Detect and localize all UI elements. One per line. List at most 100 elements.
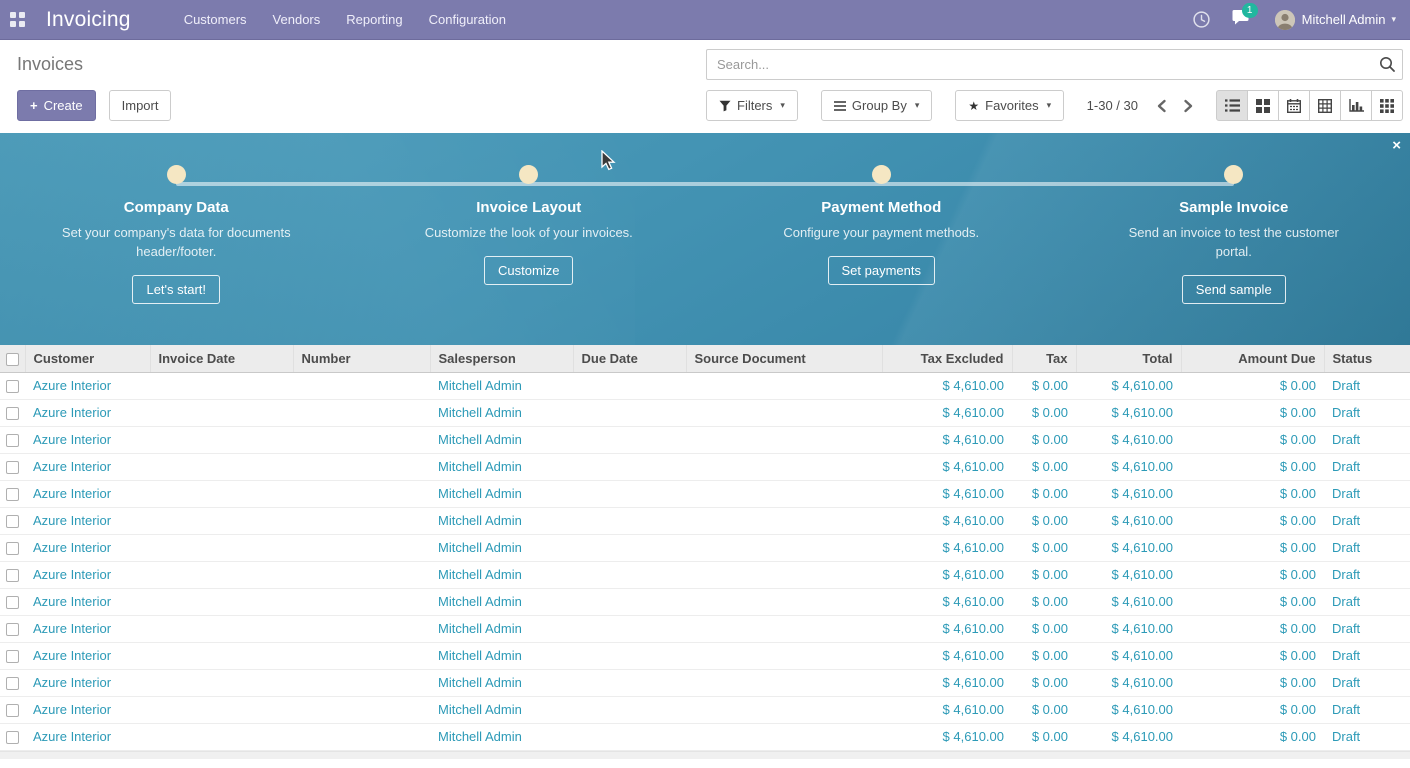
cell-invoice-date[interactable] [150,642,293,669]
cell-total[interactable]: $ 4,610.00 [1076,723,1181,750]
cell-total[interactable]: $ 4,610.00 [1076,480,1181,507]
cell-salesperson[interactable]: Mitchell Admin [430,696,573,723]
cell-salesperson[interactable]: Mitchell Admin [430,642,573,669]
cell-tax-excluded[interactable]: $ 4,610.00 [882,426,1012,453]
cell-amount-due[interactable]: $ 0.00 [1181,507,1324,534]
cell-number[interactable] [293,372,430,399]
cell-due-date[interactable] [573,642,686,669]
table-row[interactable]: Azure Interior Mitchell Admin $ 4,610.00… [0,480,1410,507]
cell-total[interactable]: $ 4,610.00 [1076,669,1181,696]
cell-tax-excluded[interactable]: $ 4,610.00 [882,399,1012,426]
cell-amount-due[interactable]: $ 0.00 [1181,372,1324,399]
cell-number[interactable] [293,561,430,588]
col-number[interactable]: Number [293,345,430,372]
cell-invoice-date[interactable] [150,426,293,453]
table-row[interactable]: Azure Interior Mitchell Admin $ 4,610.00… [0,615,1410,642]
cell-due-date[interactable] [573,372,686,399]
cell-invoice-date[interactable] [150,480,293,507]
menu-configuration[interactable]: Configuration [416,0,519,40]
cell-salesperson[interactable]: Mitchell Admin [430,561,573,588]
row-checkbox[interactable] [6,542,19,555]
cell-total[interactable]: $ 4,610.00 [1076,372,1181,399]
cell-number[interactable] [293,480,430,507]
row-checkbox[interactable] [6,731,19,744]
table-row[interactable]: Azure Interior Mitchell Admin $ 4,610.00… [0,372,1410,399]
cell-invoice-date[interactable] [150,453,293,480]
cell-amount-due[interactable]: $ 0.00 [1181,534,1324,561]
cell-total[interactable]: $ 4,610.00 [1076,453,1181,480]
col-total[interactable]: Total [1076,345,1181,372]
cell-tax[interactable]: $ 0.00 [1012,696,1076,723]
cell-tax[interactable]: $ 0.00 [1012,507,1076,534]
menu-customers[interactable]: Customers [171,0,260,40]
cell-invoice-date[interactable] [150,399,293,426]
cell-customer[interactable]: Azure Interior [25,642,150,669]
row-checkbox[interactable] [6,596,19,609]
cell-total[interactable]: $ 4,610.00 [1076,561,1181,588]
cell-customer[interactable]: Azure Interior [25,588,150,615]
row-checkbox[interactable] [6,650,19,663]
cell-source-document[interactable] [686,723,882,750]
cell-tax[interactable]: $ 0.00 [1012,588,1076,615]
cell-amount-due[interactable]: $ 0.00 [1181,723,1324,750]
cell-total[interactable]: $ 4,610.00 [1076,534,1181,561]
cell-number[interactable] [293,399,430,426]
cell-invoice-date[interactable] [150,561,293,588]
cell-total[interactable]: $ 4,610.00 [1076,426,1181,453]
cell-tax-excluded[interactable]: $ 4,610.00 [882,453,1012,480]
cell-source-document[interactable] [686,426,882,453]
cell-salesperson[interactable]: Mitchell Admin [430,534,573,561]
cell-invoice-date[interactable] [150,723,293,750]
cell-due-date[interactable] [573,669,686,696]
cell-customer[interactable]: Azure Interior [25,426,150,453]
view-calendar-button[interactable] [1278,90,1310,121]
pager-previous-icon[interactable] [1156,99,1167,113]
row-checkbox[interactable] [6,515,19,528]
cell-due-date[interactable] [573,723,686,750]
cell-customer[interactable]: Azure Interior [25,696,150,723]
cell-tax-excluded[interactable]: $ 4,610.00 [882,642,1012,669]
cell-customer[interactable]: Azure Interior [25,669,150,696]
cell-salesperson[interactable]: Mitchell Admin [430,723,573,750]
cell-tax-excluded[interactable]: $ 4,610.00 [882,372,1012,399]
cell-due-date[interactable] [573,696,686,723]
cell-status[interactable]: Draft [1324,534,1410,561]
row-checkbox[interactable] [6,488,19,501]
cell-invoice-date[interactable] [150,669,293,696]
cell-tax-excluded[interactable]: $ 4,610.00 [882,588,1012,615]
user-caret-icon[interactable]: ▾ [1391,14,1396,25]
col-customer[interactable]: Customer [25,345,150,372]
cell-source-document[interactable] [686,453,882,480]
cell-tax[interactable]: $ 0.00 [1012,534,1076,561]
cell-customer[interactable]: Azure Interior [25,534,150,561]
cell-tax-excluded[interactable]: $ 4,610.00 [882,696,1012,723]
cell-status[interactable]: Draft [1324,453,1410,480]
cell-tax[interactable]: $ 0.00 [1012,372,1076,399]
cell-status[interactable]: Draft [1324,561,1410,588]
cell-tax-excluded[interactable]: $ 4,610.00 [882,615,1012,642]
cell-customer[interactable]: Azure Interior [25,372,150,399]
customize-button[interactable]: Customize [484,256,573,285]
col-tax[interactable]: Tax [1012,345,1076,372]
cell-due-date[interactable] [573,588,686,615]
cell-due-date[interactable] [573,399,686,426]
view-kanban-button[interactable] [1247,90,1279,121]
row-checkbox[interactable] [6,623,19,636]
cell-status[interactable]: Draft [1324,480,1410,507]
cell-amount-due[interactable]: $ 0.00 [1181,615,1324,642]
col-invoice-date[interactable]: Invoice Date [150,345,293,372]
cell-source-document[interactable] [686,534,882,561]
cell-status[interactable]: Draft [1324,507,1410,534]
apps-menu-icon[interactable] [10,12,25,27]
select-all-checkbox[interactable] [6,353,19,366]
cell-tax-excluded[interactable]: $ 4,610.00 [882,669,1012,696]
cell-customer[interactable]: Azure Interior [25,615,150,642]
cell-salesperson[interactable]: Mitchell Admin [430,480,573,507]
cell-customer[interactable]: Azure Interior [25,561,150,588]
cell-tax[interactable]: $ 0.00 [1012,453,1076,480]
row-checkbox[interactable] [6,380,19,393]
cell-source-document[interactable] [686,561,882,588]
cell-source-document[interactable] [686,399,882,426]
cell-customer[interactable]: Azure Interior [25,507,150,534]
cell-total[interactable]: $ 4,610.00 [1076,399,1181,426]
